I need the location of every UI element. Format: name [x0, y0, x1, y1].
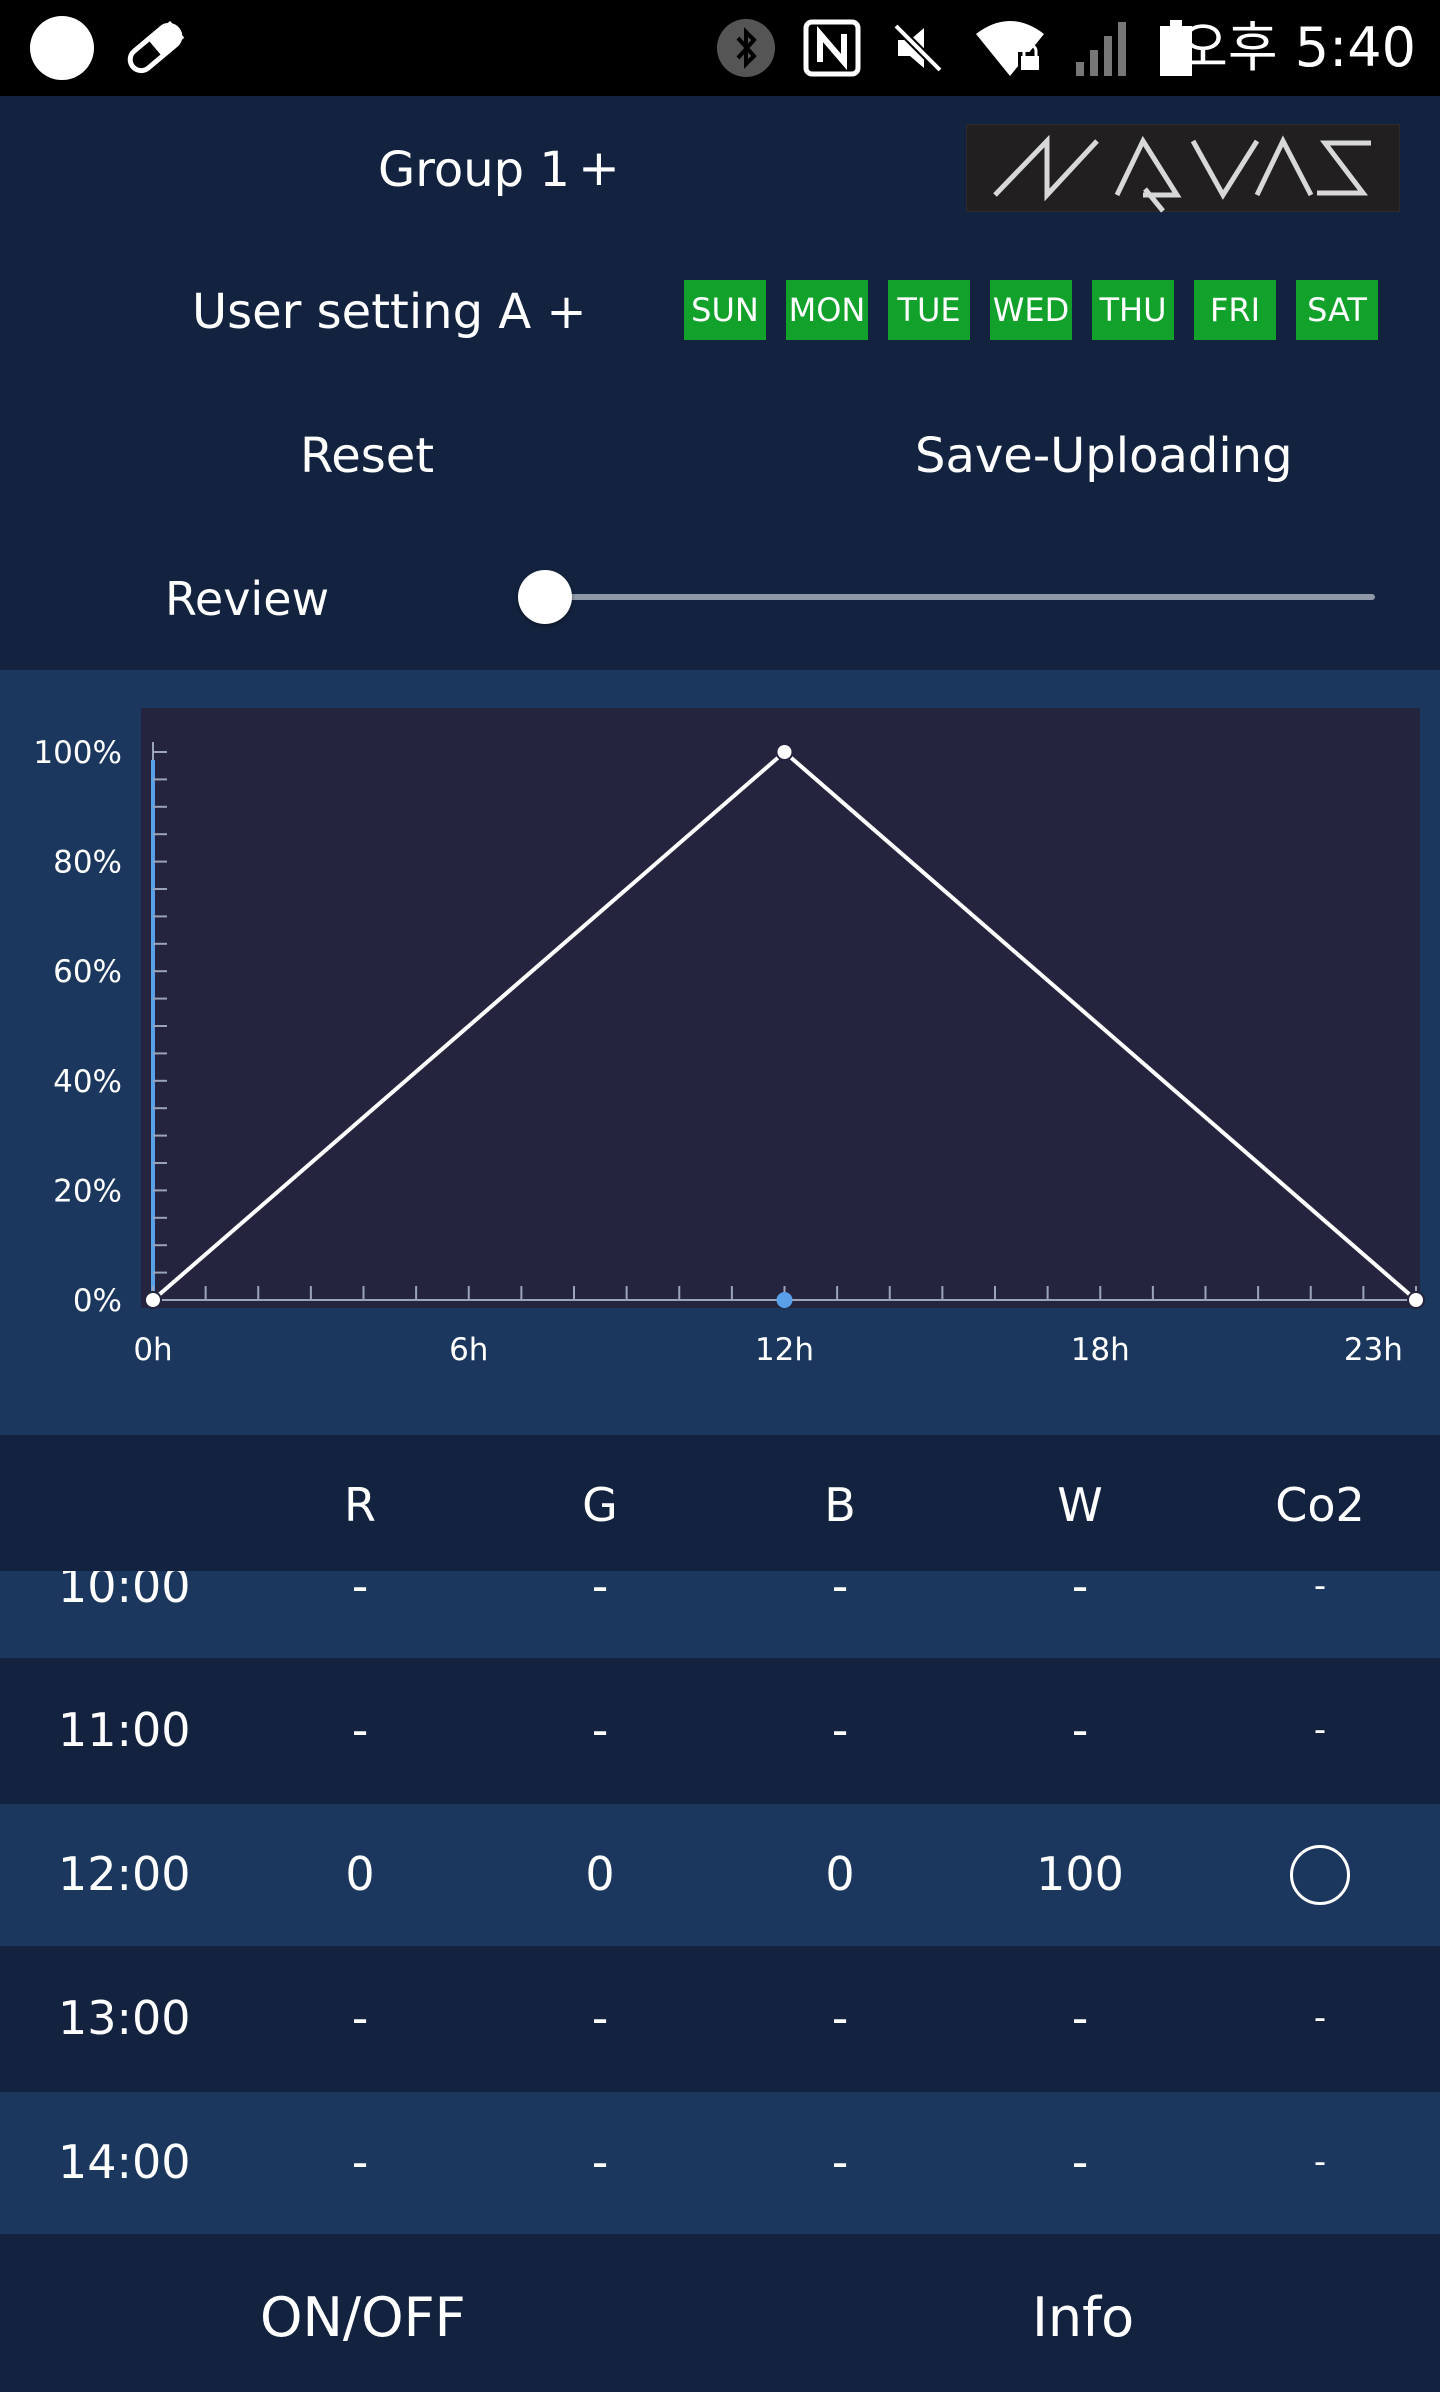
circle-icon	[30, 16, 94, 80]
y-tick-label: 80%	[53, 845, 122, 881]
row-g: -	[591, 1703, 609, 1757]
day-selector: SUN MON TUE WED THU FRI SAT	[684, 280, 1378, 340]
column-header-b: B	[824, 1478, 856, 1532]
table-row[interactable]: 13:00 - - - - -	[0, 1948, 1440, 2090]
data-point	[775, 743, 794, 761]
row-g: 0	[585, 1847, 615, 1901]
data-point	[144, 1291, 162, 1309]
signal-icon	[1076, 22, 1126, 76]
save-uploading-button[interactable]: Save-Uploading	[915, 426, 1293, 486]
bluetooth-icon	[717, 19, 775, 77]
row-g: -	[591, 2135, 609, 2189]
y-tick-label: 20%	[53, 1173, 122, 1209]
day-sat-toggle[interactable]: SAT	[1296, 280, 1378, 340]
row-g: -	[591, 1571, 609, 1613]
aqvas-logo	[966, 124, 1400, 213]
light-schedule-chart: 0% 20% 40% 60% 80% 100% 0h 6h 12h 18h 23h	[0, 670, 1440, 1435]
review-slider-thumb[interactable]	[518, 570, 572, 624]
info-button[interactable]: Info	[1032, 2285, 1134, 2351]
review-slider-track[interactable]	[545, 594, 1375, 600]
row-b: 0	[825, 1847, 855, 1901]
row-r: 0	[345, 1847, 375, 1901]
row-time: 13:00	[58, 1991, 191, 2045]
row-co2: -	[1313, 1998, 1327, 2038]
row-w: 100	[1036, 1847, 1124, 1901]
row-time: 12:00	[58, 1847, 191, 1901]
row-time: 11:00	[58, 1703, 191, 1757]
x-tick-label: 0h	[133, 1332, 172, 1368]
chart-svg[interactable]: 0% 20% 40% 60% 80% 100% 0h 6h 12h 18h 23h	[0, 670, 1440, 1435]
x-tick-label: 18h	[1071, 1332, 1130, 1368]
x-tick-label: 12h	[755, 1332, 814, 1368]
column-header-w: W	[1057, 1478, 1103, 1532]
mute-icon	[891, 21, 945, 75]
reset-button[interactable]: Reset	[300, 426, 434, 486]
bottom-bar: ON/OFF Info	[0, 2239, 1440, 2392]
user-setting-selector[interactable]: User setting A +	[192, 282, 587, 342]
day-thu-toggle[interactable]: THU	[1092, 280, 1174, 340]
row-w: -	[1071, 1991, 1089, 2045]
selected-time-marker	[776, 1292, 793, 1308]
table-row-selected[interactable]: 12:00 0 0 0 100	[0, 1804, 1440, 1946]
row-g: -	[591, 1991, 609, 2045]
table-row[interactable]: 10:00 - - - - -	[0, 1571, 1440, 1658]
add-group-button[interactable]: +	[578, 138, 620, 198]
y-tick-label: 40%	[53, 1064, 122, 1100]
pill-icon	[127, 20, 185, 74]
row-time: 10:00	[58, 1571, 191, 1613]
x-tick-label: 6h	[449, 1332, 488, 1368]
row-r: -	[351, 1703, 369, 1757]
row-co2: -	[1313, 1710, 1327, 1750]
row-b: -	[831, 2135, 849, 2189]
row-co2: -	[1313, 2142, 1327, 2182]
row-time: 14:00	[58, 2135, 191, 2189]
column-header-r: R	[344, 1478, 376, 1532]
data-point	[1407, 1291, 1425, 1309]
review-label: Review	[165, 572, 330, 626]
column-header-g: G	[582, 1478, 618, 1532]
on-off-button[interactable]: ON/OFF	[260, 2285, 466, 2351]
co2-circle-icon[interactable]	[1290, 1845, 1350, 1905]
day-tue-toggle[interactable]: TUE	[888, 280, 970, 340]
status-bar: 오후 5:40	[0, 0, 1440, 96]
row-b: -	[831, 1571, 849, 1613]
wifi-locked-icon	[976, 21, 1044, 76]
row-w: -	[1071, 1571, 1089, 1613]
column-header-co2: Co2	[1275, 1478, 1365, 1532]
row-r: -	[351, 1571, 369, 1613]
row-b: -	[831, 1991, 849, 2045]
day-sun-toggle[interactable]: SUN	[684, 280, 766, 340]
row-r: -	[351, 2135, 369, 2189]
table-header: R G B W Co2	[0, 1435, 1440, 1571]
day-fri-toggle[interactable]: FRI	[1194, 280, 1276, 340]
status-time: 오후 5:40	[1178, 16, 1416, 79]
day-wed-toggle[interactable]: WED	[990, 280, 1072, 340]
row-w: -	[1071, 1703, 1089, 1757]
nfc-icon	[803, 19, 861, 77]
row-b: -	[831, 1703, 849, 1757]
x-tick-label: 23h	[1344, 1332, 1403, 1368]
table-row[interactable]: 14:00 - - - - -	[0, 2092, 1440, 2234]
day-mon-toggle[interactable]: MON	[786, 280, 868, 340]
y-tick-label: 100%	[33, 735, 122, 771]
y-tick-label: 0%	[73, 1283, 122, 1319]
row-r: -	[351, 1991, 369, 2045]
row-w: -	[1071, 2135, 1089, 2189]
table-row[interactable]: 11:00 - - - - -	[0, 1660, 1440, 1802]
plot-area	[141, 708, 1420, 1308]
group-selector[interactable]: Group 1	[378, 140, 570, 200]
y-tick-label: 60%	[53, 954, 122, 990]
schedule-table[interactable]: 10:00 - - - - - 11:00 - - - - - 12:00 0 …	[0, 1571, 1440, 2239]
row-co2: -	[1313, 1571, 1327, 1606]
